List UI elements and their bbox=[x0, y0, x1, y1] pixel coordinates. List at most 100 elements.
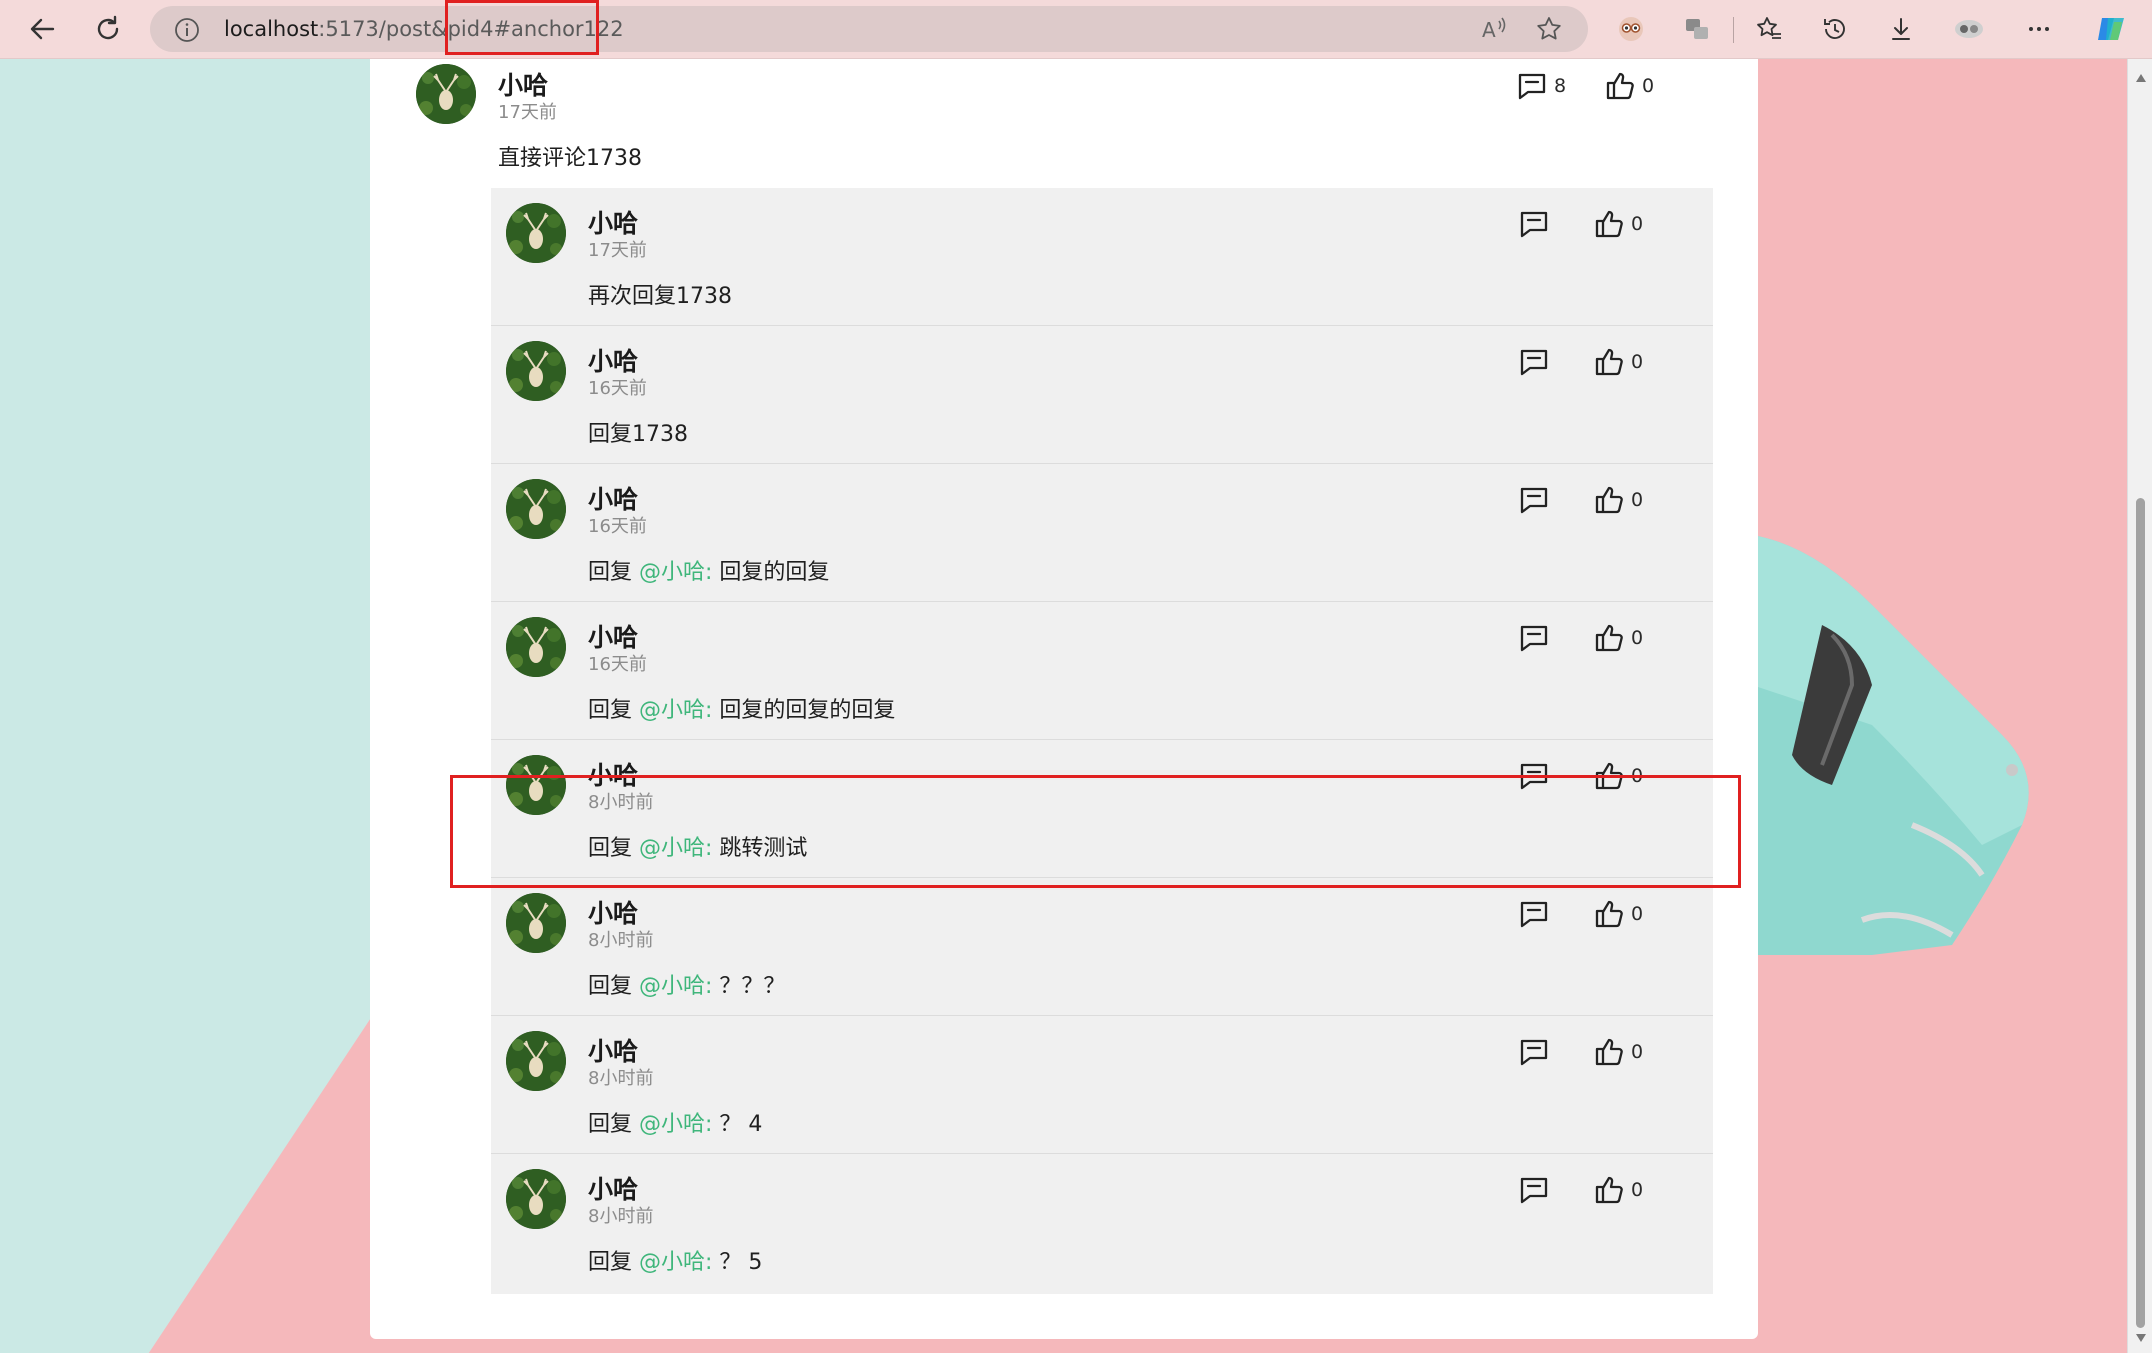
deer-avatar-icon bbox=[506, 617, 566, 677]
reply-item: 小哈 8小时前 回复 @小哈: ？ 4 0 bbox=[491, 1016, 1713, 1154]
back-button[interactable] bbox=[22, 9, 62, 49]
reply-time: 8小时前 bbox=[588, 1206, 654, 1227]
reply-button[interactable] bbox=[1518, 898, 1550, 930]
reply-author[interactable]: 小哈 bbox=[588, 1170, 638, 1206]
reply-text: 回复的回复 bbox=[712, 560, 830, 585]
comment-panel: 小哈 17天前 直接评论1738 8 0 小哈 17天前 再次回复1738 0 … bbox=[370, 58, 1758, 1339]
like-count: 0 bbox=[1631, 351, 1644, 373]
deer-avatar-icon bbox=[506, 1169, 566, 1229]
comment-author[interactable]: 小哈 bbox=[498, 66, 548, 102]
reply-list: 小哈 17天前 再次回复1738 0 小哈 16天前 回复1738 0 小哈 1… bbox=[491, 188, 1713, 1294]
reply-mention[interactable]: @小哈: bbox=[639, 1112, 712, 1137]
deer-avatar-icon bbox=[506, 479, 566, 539]
avatar[interactable] bbox=[506, 1169, 566, 1229]
reply-prefix: 回复 bbox=[588, 974, 639, 999]
reply-mention[interactable]: @小哈: bbox=[639, 974, 712, 999]
avatar[interactable] bbox=[506, 893, 566, 953]
thumbs-up-icon bbox=[1595, 486, 1623, 514]
reply-item: 小哈 17天前 再次回复1738 0 bbox=[491, 188, 1713, 326]
like-button[interactable]: 0 bbox=[1593, 484, 1643, 516]
avatar[interactable] bbox=[506, 617, 566, 677]
reply-item: 小哈 8小时前 回复 @小哈: ？ 5 0 bbox=[491, 1154, 1713, 1292]
favorite-star-icon[interactable] bbox=[1535, 15, 1563, 47]
reply-button[interactable] bbox=[1518, 1174, 1550, 1206]
reply-mention[interactable]: @小哈: bbox=[639, 698, 712, 723]
reply-mention[interactable]: @小哈: bbox=[639, 560, 712, 585]
like-count: 0 bbox=[1631, 1041, 1644, 1063]
url-highlight-box bbox=[445, 0, 599, 55]
like-count: 0 bbox=[1631, 213, 1644, 235]
reply-button[interactable] bbox=[1518, 208, 1550, 240]
toolbar-divider bbox=[1733, 17, 1734, 43]
scroll-up-arrow-icon[interactable] bbox=[2135, 68, 2147, 87]
reply-author[interactable]: 小哈 bbox=[588, 342, 638, 378]
history-icon[interactable] bbox=[1816, 10, 1854, 48]
reply-time: 8小时前 bbox=[588, 930, 654, 951]
like-button[interactable]: 0 bbox=[1593, 1036, 1643, 1068]
scroll-down-arrow-icon[interactable] bbox=[2135, 1328, 2147, 1347]
reply-prefix: 回复 bbox=[588, 698, 639, 723]
reply-author[interactable]: 小哈 bbox=[588, 618, 638, 654]
avatar[interactable] bbox=[506, 1031, 566, 1091]
copilot-icon[interactable] bbox=[2092, 10, 2130, 48]
like-count: 0 bbox=[1631, 903, 1644, 925]
thumbs-up-icon bbox=[1595, 900, 1623, 928]
reply-author[interactable]: 小哈 bbox=[588, 1032, 638, 1068]
avatar[interactable] bbox=[506, 203, 566, 263]
extension-owl-icon[interactable] bbox=[1612, 10, 1650, 48]
deer-avatar-icon bbox=[506, 341, 566, 401]
reply-highlight-box bbox=[450, 775, 1741, 888]
reply-author[interactable]: 小哈 bbox=[588, 894, 638, 930]
reply-count-button[interactable]: 8 bbox=[1516, 70, 1566, 102]
reply-button[interactable] bbox=[1518, 484, 1550, 516]
avatar[interactable] bbox=[506, 341, 566, 401]
thumbs-up-icon bbox=[1595, 1038, 1623, 1066]
more-menu-icon[interactable] bbox=[2020, 10, 2058, 48]
thumbs-up-icon bbox=[1606, 72, 1634, 100]
like-button[interactable]: 0 bbox=[1593, 208, 1643, 240]
reply-text: 回复的回复的回复 bbox=[712, 698, 896, 723]
thumbs-up-icon bbox=[1595, 624, 1623, 652]
comment-icon bbox=[1520, 901, 1548, 928]
site-info-icon[interactable] bbox=[174, 17, 200, 47]
reply-mention[interactable]: @小哈: bbox=[639, 1250, 712, 1275]
deer-avatar-icon bbox=[506, 203, 566, 263]
address-bar[interactable]: localhost:5173/post&pid4#anchor122 A bbox=[150, 6, 1588, 52]
like-button[interactable]: 0 bbox=[1604, 70, 1654, 102]
downloads-icon[interactable] bbox=[1882, 10, 1920, 48]
teal-background bbox=[0, 58, 372, 1353]
comment-icon bbox=[1520, 1177, 1548, 1204]
read-aloud-icon[interactable]: A bbox=[1480, 15, 1510, 47]
like-count: 0 bbox=[1631, 489, 1644, 511]
reply-text: 再次回复1738 bbox=[588, 284, 732, 309]
scroll-thumb[interactable] bbox=[2136, 498, 2145, 1328]
like-count: 0 bbox=[1642, 75, 1655, 97]
like-button[interactable]: 0 bbox=[1593, 898, 1643, 930]
reply-author[interactable]: 小哈 bbox=[588, 204, 638, 240]
reply-item: 小哈 16天前 回复1738 0 bbox=[491, 326, 1713, 464]
like-button[interactable]: 0 bbox=[1593, 346, 1643, 378]
refresh-button[interactable] bbox=[88, 9, 128, 49]
reply-item: 小哈 8小时前 回复 @小哈: ？？？ 0 bbox=[491, 878, 1713, 1016]
reply-time: 16天前 bbox=[588, 654, 647, 675]
reply-button[interactable] bbox=[1518, 1036, 1550, 1068]
reply-time: 16天前 bbox=[588, 378, 647, 399]
reply-button[interactable] bbox=[1518, 622, 1550, 654]
extension-translate-icon[interactable] bbox=[1678, 10, 1716, 48]
reply-button[interactable] bbox=[1518, 346, 1550, 378]
avatar[interactable] bbox=[416, 64, 476, 124]
reply-prefix: 回复 bbox=[588, 560, 639, 585]
url-host: localhost bbox=[224, 17, 319, 41]
favorites-icon[interactable] bbox=[1750, 10, 1788, 48]
like-button[interactable]: 0 bbox=[1593, 1174, 1643, 1206]
profile-icon[interactable] bbox=[1950, 10, 1988, 48]
like-button[interactable]: 0 bbox=[1593, 622, 1643, 654]
svg-text:A: A bbox=[1482, 18, 1496, 42]
reply-author[interactable]: 小哈 bbox=[588, 480, 638, 516]
reply-content: 回复 @小哈: 回复的回复的回复 bbox=[588, 692, 895, 724]
comment-icon bbox=[1520, 487, 1548, 514]
avatar[interactable] bbox=[506, 479, 566, 539]
comment-icon bbox=[1518, 73, 1546, 100]
reply-content: 回复 @小哈: ？ 4 bbox=[588, 1106, 762, 1138]
page-scrollbar[interactable] bbox=[2127, 58, 2152, 1353]
